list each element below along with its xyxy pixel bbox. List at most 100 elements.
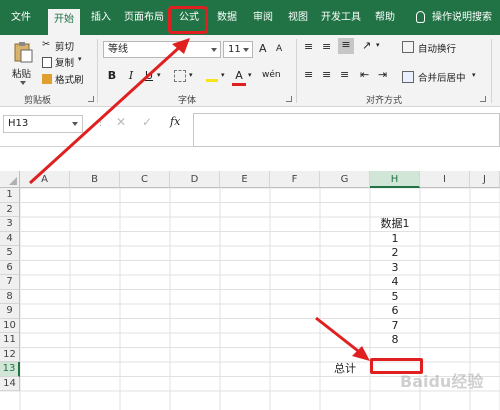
formula-input[interactable] [193, 113, 500, 147]
font-color-dropdown-icon[interactable]: ▾ [248, 71, 252, 79]
paste-dropdown-icon[interactable] [20, 81, 26, 85]
cell-h8[interactable]: 5 [370, 290, 420, 305]
align-bottom-icon[interactable]: ≡ [338, 38, 354, 54]
column-header-f[interactable]: F [270, 171, 320, 188]
tab-page-layout[interactable]: 页面布局 [122, 9, 166, 27]
tab-home[interactable]: 开始 [48, 9, 80, 35]
name-box[interactable]: H13 [3, 115, 83, 133]
row-header-6[interactable]: 6 [0, 260, 20, 275]
format-painter-button[interactable]: 格式刷 [55, 72, 84, 86]
tell-me-search[interactable]: 操作说明搜索 [432, 9, 500, 27]
font-name-select[interactable]: 等线 [103, 41, 221, 58]
clipboard-dialog-launcher[interactable] [88, 96, 94, 102]
tab-insert[interactable]: 插入 [86, 9, 116, 27]
font-color-button[interactable]: A [232, 68, 246, 86]
cell-h11[interactable]: 8 [370, 333, 420, 348]
fill-color-icon[interactable] [206, 70, 218, 82]
chevron-down-icon [211, 48, 217, 52]
align-middle-icon[interactable]: ≡ [322, 40, 331, 53]
name-box-value: H13 [8, 118, 29, 129]
tab-help[interactable]: 帮助 [370, 9, 400, 27]
row-header-8[interactable]: 8 [0, 289, 20, 304]
column-header-h[interactable]: H [370, 171, 420, 188]
align-left-icon[interactable]: ≡ [304, 68, 313, 81]
column-header-g[interactable]: G [320, 171, 370, 188]
underline-dropdown-icon[interactable]: ▾ [157, 71, 161, 79]
column-header-i[interactable]: I [420, 171, 470, 188]
row-header-4[interactable]: 4 [0, 231, 20, 246]
group-divider [296, 39, 297, 103]
row-header-5[interactable]: 5 [0, 246, 20, 261]
cell-h5[interactable]: 2 [370, 246, 420, 261]
column-header-e[interactable]: E [220, 171, 270, 188]
merge-center-button[interactable]: 合并后居中 [418, 70, 466, 84]
copy-icon[interactable] [42, 57, 52, 68]
row-header-3[interactable]: 3 [0, 217, 20, 232]
tab-developer[interactable]: 开发工具 [318, 9, 364, 27]
copy-dropdown-icon[interactable]: ▾ [78, 55, 82, 63]
increase-indent-icon[interactable]: ⇥ [378, 68, 387, 81]
insert-function-button[interactable]: fx [170, 115, 180, 128]
alignment-dialog-launcher[interactable] [480, 96, 486, 102]
column-header-j[interactable]: J [470, 171, 500, 188]
font-size-select[interactable]: 11 [223, 41, 253, 58]
cell-h9[interactable]: 6 [370, 304, 420, 319]
column-header-d[interactable]: D [170, 171, 220, 188]
shrink-font-button[interactable]: A [276, 44, 282, 54]
column-header-a[interactable]: A [20, 171, 70, 188]
font-dialog-launcher[interactable] [286, 96, 292, 102]
phonetic-icon[interactable]: wén [262, 70, 281, 80]
cell-g13[interactable]: 总计 [320, 362, 370, 377]
cut-button[interactable]: 剪切 [55, 39, 74, 53]
row-header-9[interactable]: 9 [0, 304, 20, 319]
fill-color-dropdown-icon[interactable]: ▾ [221, 71, 225, 79]
borders-icon[interactable] [174, 70, 186, 82]
enter-icon[interactable]: ✓ [142, 115, 152, 129]
decrease-indent-icon[interactable]: ⇤ [360, 68, 369, 81]
paste-button[interactable]: 粘贴 [12, 66, 31, 80]
align-right-icon[interactable]: ≡ [340, 68, 349, 81]
cell-h6[interactable]: 3 [370, 261, 420, 276]
cell-h3[interactable]: 数据1 [370, 217, 420, 232]
merge-dropdown-icon[interactable]: ▾ [472, 71, 476, 79]
cell-h7[interactable]: 4 [370, 275, 420, 290]
drag-handle-icon[interactable]: ⋮ [96, 117, 106, 128]
orientation-dropdown-icon[interactable]: ▾ [376, 41, 380, 49]
row-header-13[interactable]: 13 [0, 362, 20, 377]
tab-review[interactable]: 审阅 [248, 9, 278, 27]
row-header-11[interactable]: 11 [0, 333, 20, 348]
italic-button[interactable]: I [124, 68, 138, 84]
watermark: Baidu经验 [400, 372, 484, 391]
borders-dropdown-icon[interactable]: ▾ [189, 71, 193, 79]
grow-font-button[interactable]: A [259, 42, 267, 55]
column-header-c[interactable]: C [120, 171, 170, 188]
font-group-label: 字体 [178, 96, 197, 106]
align-center-icon[interactable]: ≡ [322, 68, 331, 81]
tab-data[interactable]: 数据 [212, 9, 242, 27]
column-header-b[interactable]: B [70, 171, 120, 188]
cut-icon[interactable]: ✂ [42, 39, 50, 50]
paste-icon[interactable] [12, 41, 34, 63]
cell-h10[interactable]: 7 [370, 319, 420, 334]
row-header-1[interactable]: 1 [0, 188, 20, 203]
copy-button[interactable]: 复制 [55, 55, 74, 69]
wrap-text-button[interactable]: 自动换行 [418, 41, 456, 55]
wrap-text-icon[interactable] [402, 41, 414, 53]
row-header-10[interactable]: 10 [0, 318, 20, 333]
select-all-button[interactable] [0, 171, 20, 188]
row-header-12[interactable]: 12 [0, 347, 20, 362]
bold-button[interactable]: B [105, 68, 119, 84]
cancel-icon[interactable]: ✕ [116, 115, 126, 129]
merge-center-icon[interactable] [402, 71, 414, 83]
tab-file[interactable]: 文件 [6, 9, 36, 27]
cell-h4[interactable]: 1 [370, 232, 420, 247]
row-header-14[interactable]: 14 [0, 376, 20, 391]
ribbon-home: 粘贴 ✂ 剪切 复制 ▾ 格式刷 剪贴板 等线 11 A A B I U ▾ ▾… [0, 35, 500, 107]
row-header-7[interactable]: 7 [0, 275, 20, 290]
row-header-2[interactable]: 2 [0, 202, 20, 217]
tab-view[interactable]: 视图 [283, 9, 313, 27]
format-painter-icon[interactable] [42, 74, 52, 84]
orientation-icon[interactable]: ↗ [362, 39, 371, 52]
underline-button[interactable]: U [142, 68, 156, 84]
align-top-icon[interactable]: ≡ [304, 40, 313, 53]
